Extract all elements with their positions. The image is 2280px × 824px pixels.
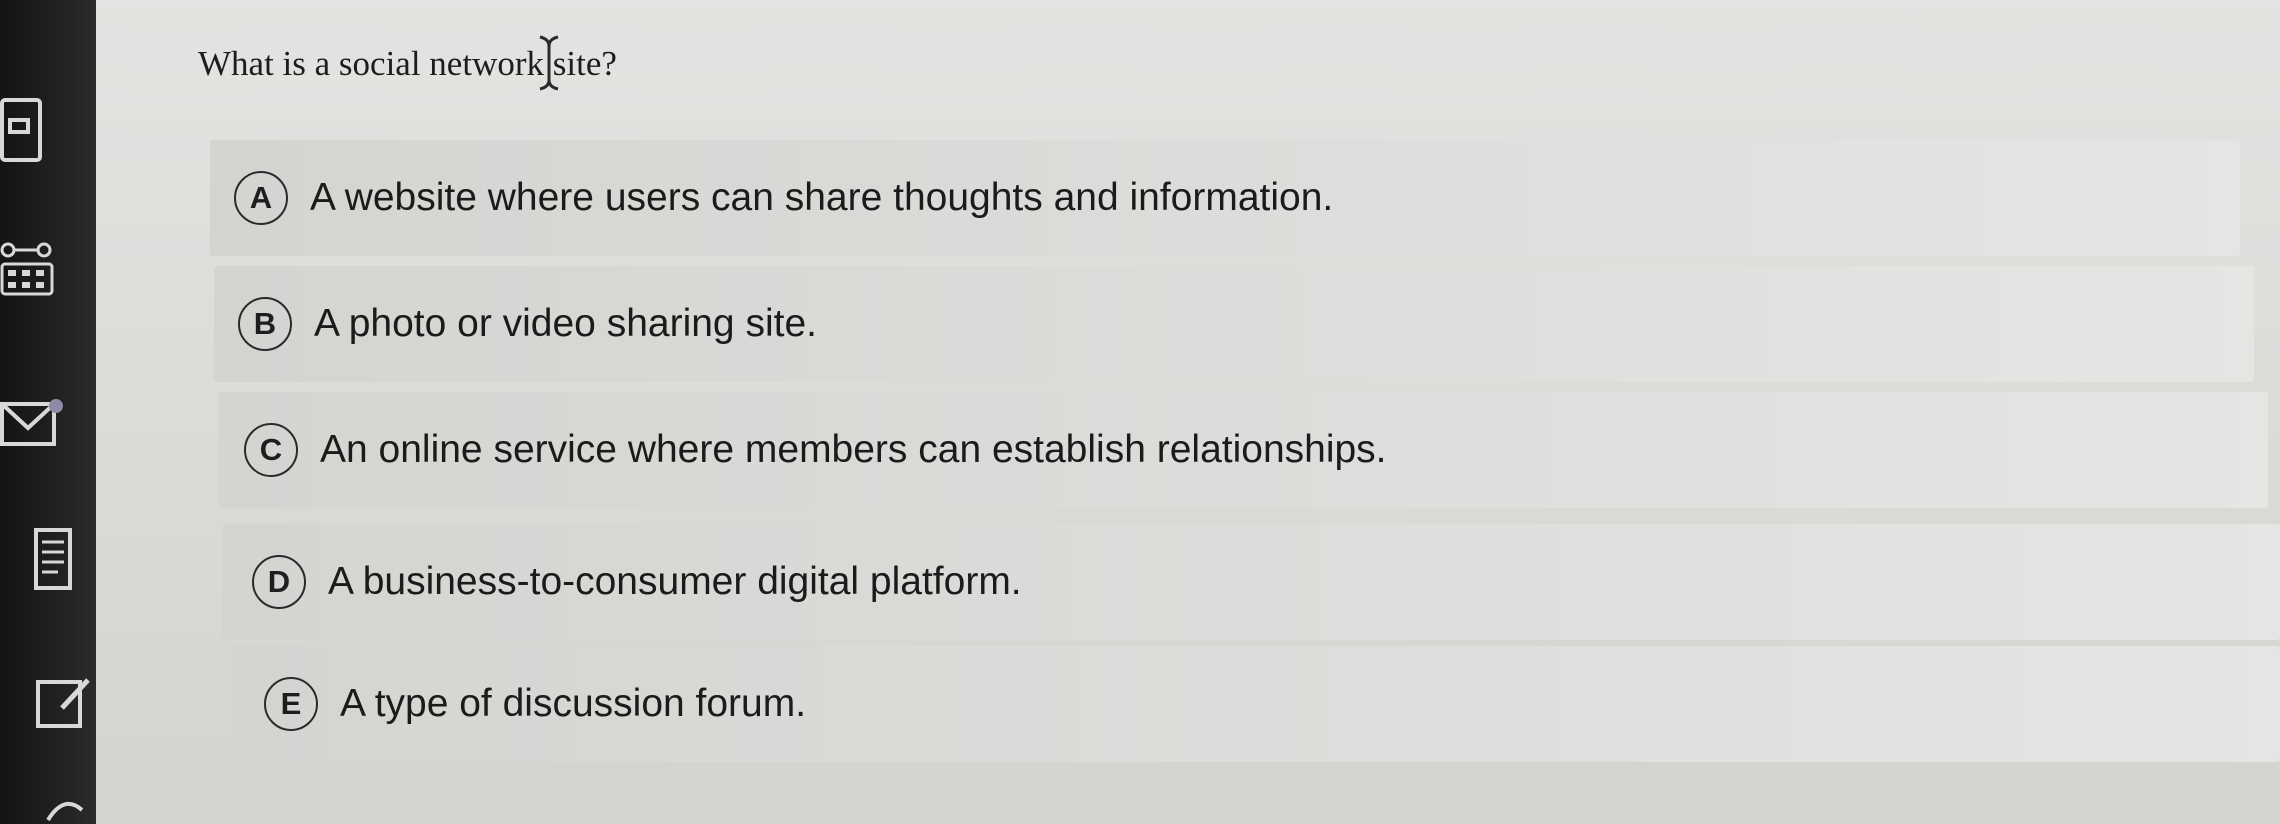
option-a-text: A website where users can share thoughts… [310, 176, 1334, 219]
option-a-letter: A [234, 171, 288, 225]
option-d-letter: D [252, 555, 306, 609]
option-a[interactable]: A A website where users can share though… [210, 140, 2240, 256]
answer-options: A A website where users can share though… [0, 0, 2280, 824]
option-b-letter: B [238, 297, 292, 351]
option-e-text: A type of discussion forum. [340, 682, 807, 725]
option-c-text: An online service where members can esta… [320, 428, 1387, 471]
option-b-text: A photo or video sharing site. [314, 302, 817, 345]
option-d[interactable]: D A business-to-consumer digital platfor… [222, 524, 2280, 640]
option-c[interactable]: C An online service where members can es… [218, 392, 2268, 508]
option-e-letter: E [264, 677, 318, 731]
option-d-text: A business-to-consumer digital platform. [328, 560, 1022, 603]
option-e[interactable]: E A type of discussion forum. [232, 646, 2280, 762]
option-b[interactable]: B A photo or video sharing site. [214, 266, 2254, 382]
option-c-letter: C [244, 423, 298, 477]
